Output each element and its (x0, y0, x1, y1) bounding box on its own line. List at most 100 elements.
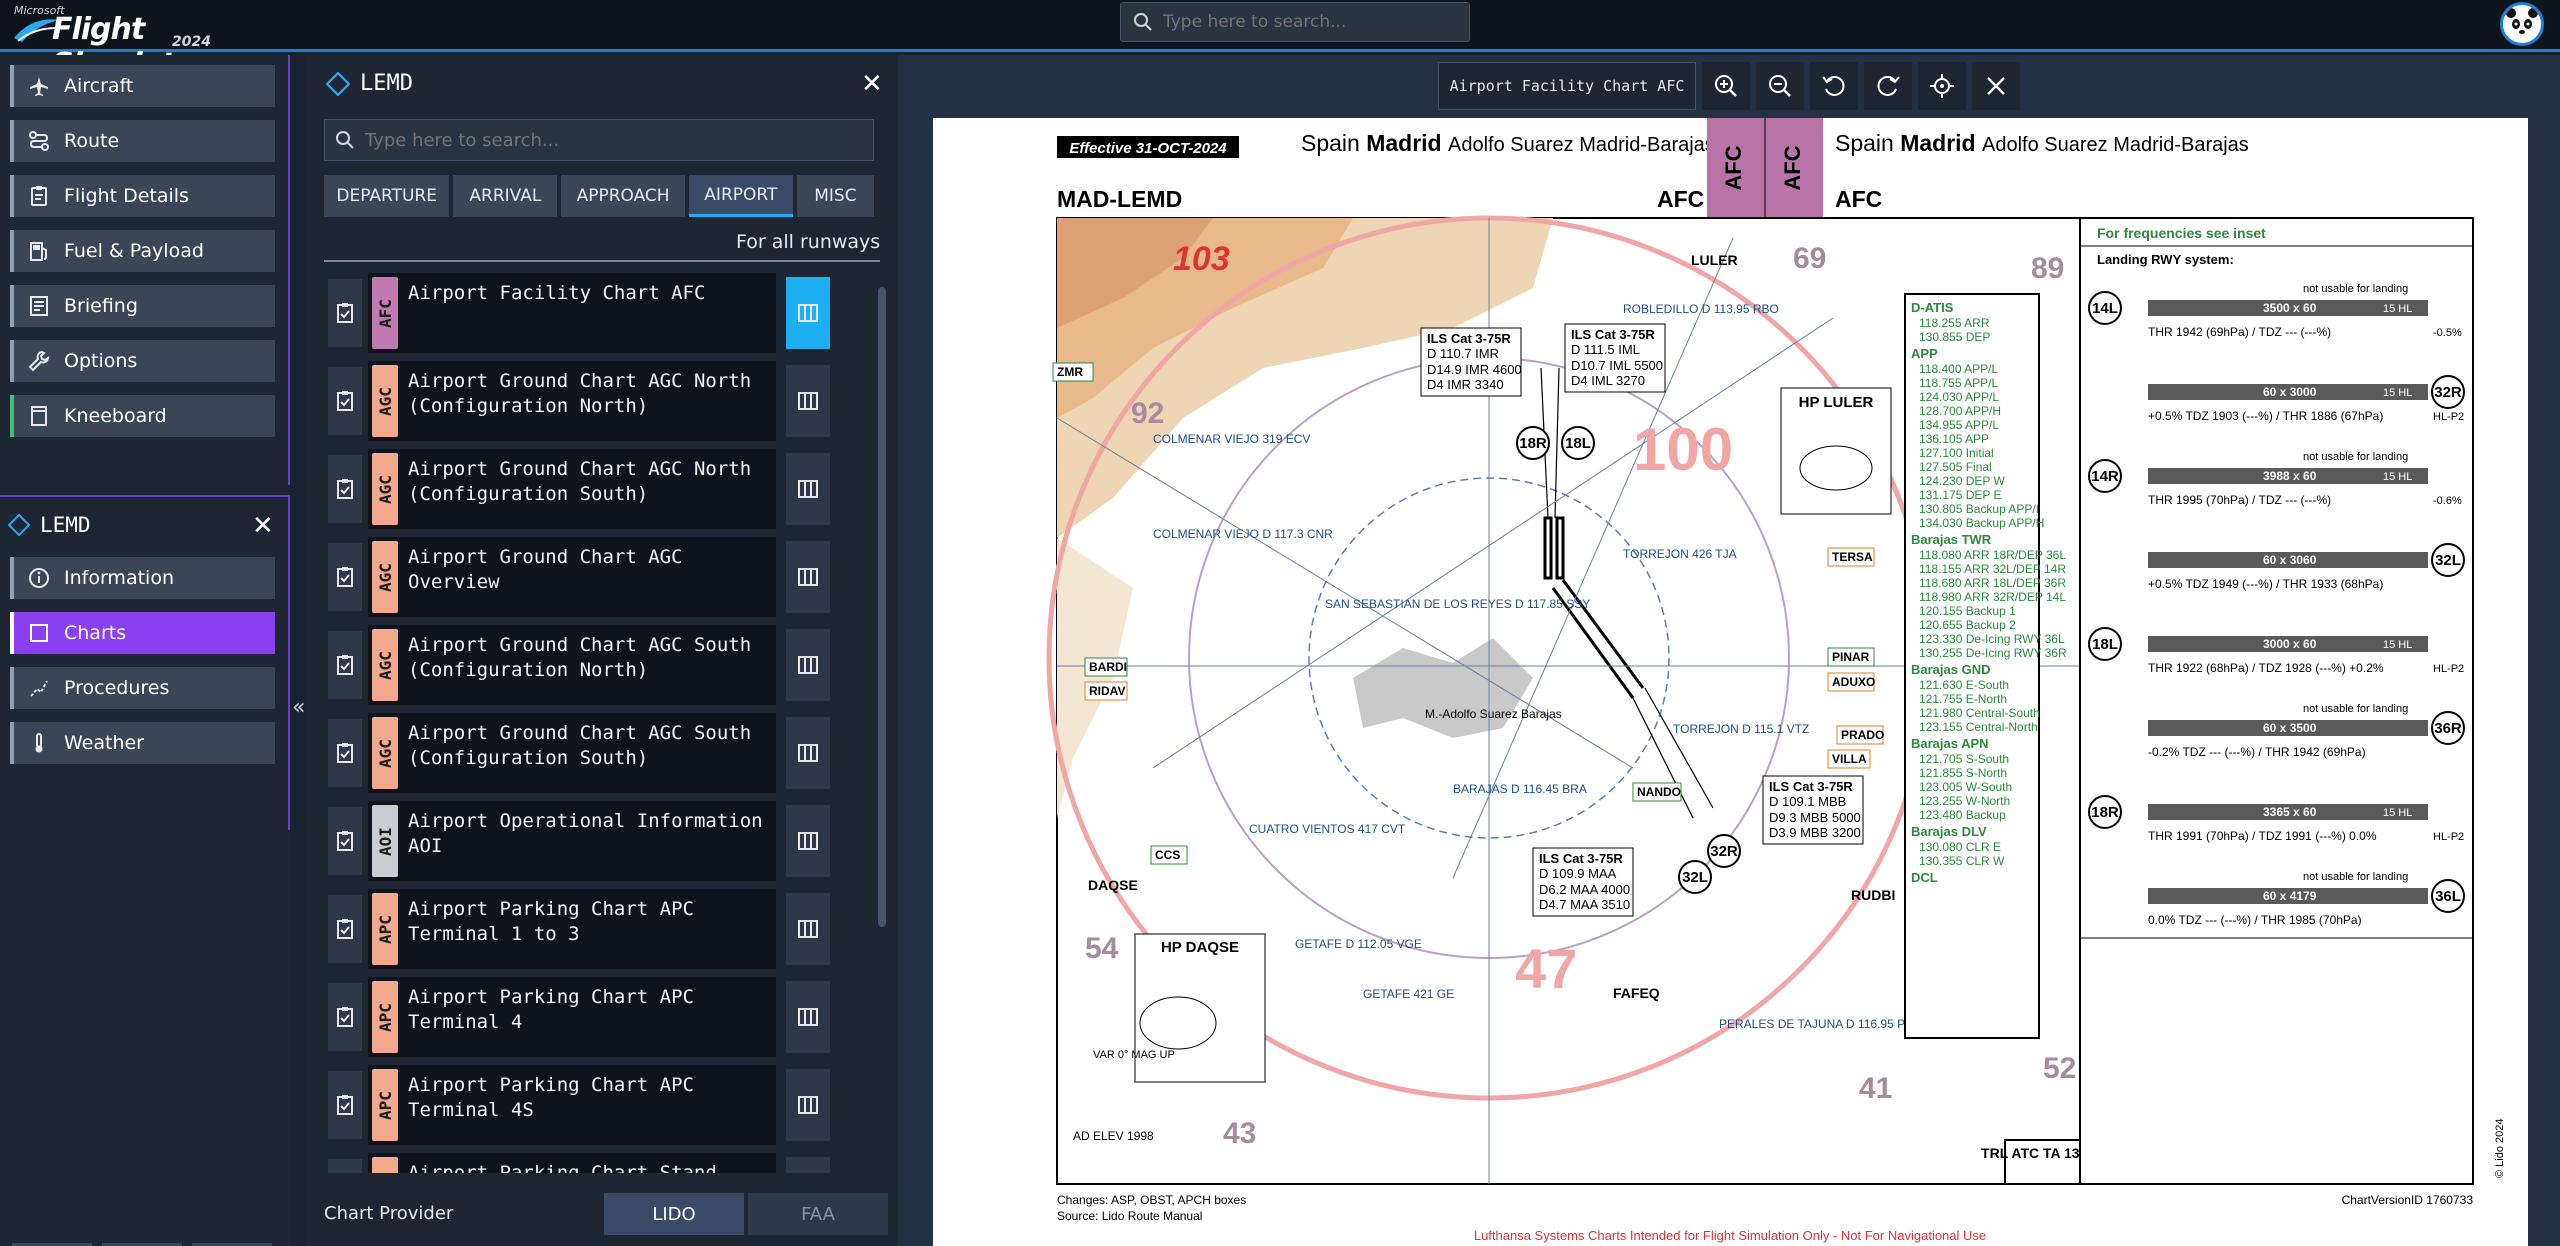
svg-text:NANDO: NANDO (1637, 785, 1681, 799)
frequency-line: 121.630 E-South (1919, 678, 2009, 692)
header-right: Spain Madrid Adolfo Suarez Madrid-Baraja… (1835, 130, 2249, 156)
chart-list-item[interactable]: APC Airport Parking Chart APC Terminal 1 … (320, 889, 866, 969)
open-in-kneeboard-button[interactable] (786, 805, 830, 877)
global-search-input[interactable] (1163, 12, 1453, 32)
clipboard-icon[interactable] (328, 367, 362, 435)
open-in-kneeboard-button[interactable] (786, 277, 830, 349)
open-in-kneeboard-button[interactable] (786, 629, 830, 701)
runway-note: not usable for landing (2303, 871, 2408, 883)
runway-threshold: THR 1922 (68hPa) / TDZ 1928 (---%) +0.2% (2148, 661, 2384, 675)
clipboard-icon[interactable] (328, 1159, 362, 1173)
chart-list-item[interactable]: AGC Airport Ground Chart AGC South (Confi… (320, 713, 866, 793)
menu-item-briefing[interactable]: Briefing (10, 285, 275, 327)
chart-list-item[interactable]: AGC Airport Ground Chart AGC North (Confi… (320, 361, 866, 441)
book-icon (798, 656, 818, 674)
rotate-left-button[interactable] (1810, 62, 1858, 110)
airport-item-information[interactable]: Information (10, 557, 275, 599)
clipboard-icon[interactable] (328, 983, 362, 1051)
chart-search-box[interactable] (324, 119, 874, 161)
menu-item-aircraft[interactable]: Aircraft (10, 65, 275, 107)
center-button[interactable] (1918, 62, 1966, 110)
runway-label-32l: 32L (1682, 869, 1708, 886)
chart-list-item[interactable]: AGC Airport Ground Chart AGC South (Confi… (320, 625, 866, 705)
tab-approach[interactable]: APPROACH (561, 175, 685, 217)
open-in-kneeboard-button[interactable] (786, 893, 830, 965)
chart-item-name: Airport Ground Chart AGC South (Configur… (408, 634, 752, 681)
provider-lido-button[interactable]: LIDO (604, 1193, 744, 1235)
clipboard-icon[interactable] (328, 895, 362, 963)
open-in-kneeboard-button[interactable] (786, 981, 830, 1053)
afc-right-label: AFC (1835, 186, 1882, 212)
charts-panel: LEMD ✕ DEPARTURE ARRIVAL APPROACH AIRPOR… (306, 55, 898, 1246)
clipboard-icon[interactable] (328, 719, 362, 787)
rotate-right-icon (1877, 76, 1900, 96)
clipboard-icon[interactable] (328, 455, 362, 523)
chart-list-item[interactable]: APC Airport Parking Chart APC Terminal 4 (320, 977, 866, 1057)
chart-list-item[interactable]: AOI Airport Operational Information AOI (320, 801, 866, 881)
rotate-right-button[interactable] (1864, 62, 1912, 110)
navaid-label: CUATRO VIENTOS 417 CVT (1249, 822, 1406, 836)
tab-arrival[interactable]: ARRIVAL (453, 175, 558, 217)
open-in-kneeboard-button[interactable] (786, 365, 830, 437)
airport-item-procedures[interactable]: Procedures (10, 667, 275, 709)
menu-item-options[interactable]: Options (10, 340, 275, 382)
runway-threshold: +0.5% TDZ 1949 (---%) / THR 1933 (68hPa) (2148, 577, 2383, 591)
clipboard-icon[interactable] (328, 807, 362, 875)
menu-item-route[interactable]: Route (10, 120, 275, 162)
menu-item-kneeboard[interactable]: Kneeboard (10, 395, 275, 437)
chart-list-item[interactable]: APC Airport Parking Chart Stand (320, 1153, 866, 1173)
svg-text:D4.7 MAA 3510: D4.7 MAA 3510 (1539, 897, 1630, 912)
chart-list-item[interactable]: APC Airport Parking Chart APC Terminal 4S (320, 1065, 866, 1145)
chart-list-item[interactable]: AFC Airport Facility Chart AFC (320, 273, 866, 353)
clipboard-icon[interactable] (328, 1071, 362, 1139)
afc-tab-label-left: AFC (1721, 145, 1746, 190)
runway-id: 14L (2092, 300, 2118, 317)
clipboard-icon[interactable] (328, 279, 362, 347)
chart-item-name: Airport Operational Information AOI (408, 810, 763, 857)
wpt-tag: CCS (1150, 845, 1188, 865)
frequency-line: 134.030 Backup APP/H (1919, 516, 2044, 530)
global-search-box[interactable] (1120, 2, 1470, 42)
chart-page[interactable]: Effective 31-OCT-2024 Spain Madrid Adolf… (933, 118, 2528, 1246)
runway-dimensions: 3988 x 60 (2263, 469, 2317, 483)
chart-category-tabs: DEPARTURE ARRIVAL APPROACH AIRPORT MISC (324, 175, 874, 217)
chart-list-item[interactable]: AGC Airport Ground Chart AGC Overview (320, 537, 866, 617)
navaid-label: GETAFE D 112.05 VGE (1295, 937, 1422, 951)
open-in-kneeboard-button[interactable] (786, 453, 830, 525)
open-in-kneeboard-button[interactable] (786, 541, 830, 613)
frequency-line: 130.355 CLR W (1919, 854, 2005, 868)
zoom-in-button[interactable] (1702, 62, 1750, 110)
ils-box: ILS Cat 3-75R D 109.9 MAA D6.2 MAA 4000 … (1532, 847, 1634, 917)
tab-misc[interactable]: MISC (796, 175, 874, 217)
provider-faa-button[interactable]: FAA (748, 1193, 888, 1235)
menu-item-flight-details[interactable]: Flight Details (10, 175, 275, 217)
open-in-kneeboard-button[interactable] (786, 1157, 830, 1173)
close-icon[interactable]: ✕ (861, 69, 883, 99)
svg-text:D3.9 MBB 3200: D3.9 MBB 3200 (1769, 825, 1861, 840)
chart-list-item[interactable]: AGC Airport Ground Chart AGC North (Confi… (320, 449, 866, 529)
navaid-label: ROBLEDILLO D 113.95 RBO (1623, 302, 1779, 316)
wpt-tag: NANDO (1632, 782, 1682, 802)
tab-airport[interactable]: AIRPORT (688, 175, 793, 217)
close-viewer-button[interactable] (1972, 62, 2020, 110)
chart-canvas: Effective 31-OCT-2024 Spain Madrid Adolf… (1046, 118, 2506, 1243)
zoom-out-button[interactable] (1756, 62, 1804, 110)
tab-departure[interactable]: DEPARTURE (324, 175, 450, 217)
airport-item-weather[interactable]: Weather (10, 722, 275, 764)
runway-filter-label[interactable]: For all runways (736, 231, 880, 253)
open-in-kneeboard-button[interactable] (786, 717, 830, 789)
frequency-line: 118.980 ARR 32R/DEP 14L (1919, 590, 2066, 604)
close-icon[interactable]: ✕ (252, 511, 274, 541)
chart-list-scrollbar[interactable] (878, 287, 886, 927)
crosshair-icon (1930, 74, 1954, 98)
menu-item-fuel-payload[interactable]: Fuel & Payload (10, 230, 275, 272)
clipboard-icon[interactable] (328, 543, 362, 611)
charts-panel-title: LEMD (326, 71, 413, 96)
airport-item-charts[interactable]: Charts (10, 612, 275, 654)
clipboard-icon[interactable] (328, 631, 362, 699)
chart-search-input[interactable] (365, 129, 845, 151)
runway-dimensions: 60 x 3500 (2263, 721, 2317, 735)
user-avatar[interactable] (2500, 2, 2544, 46)
collapse-panel-icon[interactable]: « (292, 695, 305, 720)
open-in-kneeboard-button[interactable] (786, 1069, 830, 1141)
